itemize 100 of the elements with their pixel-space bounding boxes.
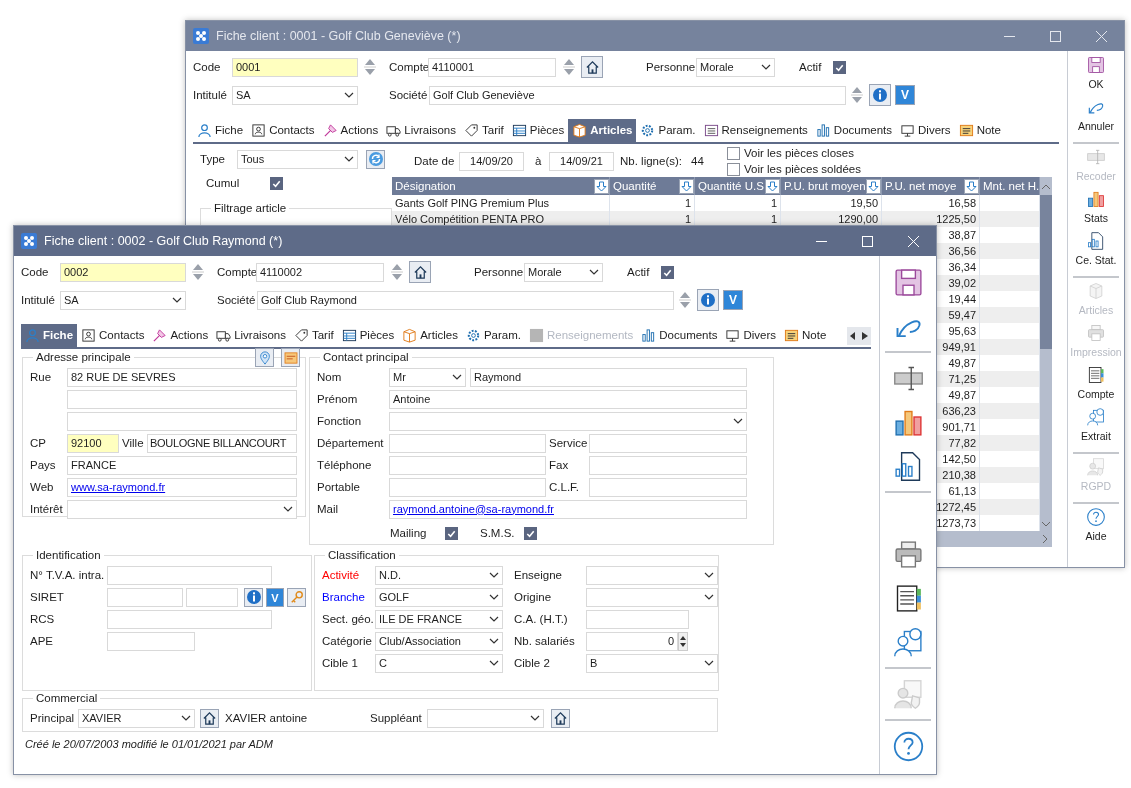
toolbar-button[interactable]: Ce. Stat. xyxy=(1068,231,1124,273)
checkbox[interactable] xyxy=(445,526,458,540)
dropdown[interactable]: Morale xyxy=(696,57,775,77)
vertical-scrollbar[interactable] xyxy=(1040,177,1052,531)
tab[interactable]: Fiche xyxy=(21,324,78,347)
dropdown[interactable]: Tous xyxy=(237,149,358,169)
dropdown[interactable]: N.D. xyxy=(375,565,503,585)
text-field[interactable] xyxy=(107,565,272,585)
key-button[interactable] xyxy=(287,587,306,607)
sort-button[interactable] xyxy=(866,178,881,194)
toolbar-button[interactable]: OK xyxy=(1068,55,1124,97)
tab[interactable]: Note xyxy=(954,119,1005,142)
tab[interactable]: Pièces xyxy=(337,324,399,347)
sort-button[interactable] xyxy=(679,178,694,194)
home-button[interactable] xyxy=(409,261,431,283)
dropdown[interactable]: SA xyxy=(232,85,358,105)
chevron-up-icon[interactable] xyxy=(1042,183,1050,189)
text-field[interactable]: 14/09/20 xyxy=(459,151,524,171)
tab[interactable]: Param. xyxy=(636,119,700,142)
dropdown[interactable]: B xyxy=(586,653,718,673)
text-field[interactable] xyxy=(186,587,238,607)
text-field[interactable]: Raymond xyxy=(470,367,747,387)
text-field[interactable]: 14/09/21 xyxy=(549,151,614,171)
tab[interactable]: Articles xyxy=(398,324,462,347)
dropdown[interactable]: ILE DE FRANCE xyxy=(375,609,503,629)
map-pin-button[interactable] xyxy=(255,348,274,367)
info-button[interactable] xyxy=(244,587,263,607)
dropdown[interactable]: Club/Association xyxy=(375,631,503,651)
text-field[interactable]: BOULOGNE BILLANCOURT xyxy=(147,433,297,453)
close-button[interactable] xyxy=(1095,30,1107,42)
text-field[interactable]: 0001 xyxy=(232,57,358,77)
text-field[interactable] xyxy=(389,455,546,475)
info-button[interactable] xyxy=(697,289,719,311)
text-field[interactable] xyxy=(586,609,689,629)
text-field[interactable] xyxy=(589,455,747,475)
verify-button[interactable]: V xyxy=(266,587,284,607)
dropdown[interactable]: GOLF xyxy=(375,587,503,607)
text-field[interactable] xyxy=(589,477,747,497)
tab[interactable]: Renseignements xyxy=(699,119,812,142)
toolbar-button[interactable]: Compte xyxy=(1068,365,1124,407)
toolbar-button[interactable]: Extrait xyxy=(1068,407,1124,449)
info-button[interactable] xyxy=(869,84,891,106)
toolbar-button[interactable]: Aide xyxy=(1068,507,1124,549)
tab[interactable]: Divers xyxy=(896,119,955,142)
dropdown[interactable]: Mr xyxy=(389,367,466,387)
toolbar-button[interactable]: Annuler xyxy=(1068,97,1124,139)
text-field[interactable] xyxy=(589,433,747,453)
tab[interactable]: Param. xyxy=(461,324,525,347)
checkbox[interactable] xyxy=(524,526,537,540)
checkbox[interactable] xyxy=(727,146,740,160)
tab[interactable]: Actions xyxy=(148,324,213,347)
text-field[interactable]: 0002 xyxy=(60,262,186,282)
text-field[interactable]: Golf Club Geneviève xyxy=(429,85,846,105)
text-field[interactable]: FRANCE xyxy=(67,455,297,475)
checkbox[interactable] xyxy=(661,265,674,279)
checkbox[interactable] xyxy=(833,60,846,74)
dropdown[interactable]: C xyxy=(375,653,503,673)
chevron-right-icon[interactable] xyxy=(1043,535,1048,543)
tab[interactable]: Articles xyxy=(568,119,637,142)
text-field[interactable]: 92100 xyxy=(67,433,119,453)
checkbox[interactable] xyxy=(270,176,283,190)
tab[interactable]: Pièces xyxy=(507,119,569,142)
dropdown[interactable]: SA xyxy=(60,290,186,310)
text-field[interactable]: 4110002 xyxy=(256,262,384,282)
text-field[interactable] xyxy=(107,587,183,607)
tab[interactable]: Divers xyxy=(721,324,781,347)
checkbox[interactable] xyxy=(727,162,740,176)
verify-button[interactable]: V xyxy=(723,290,743,310)
text-field[interactable] xyxy=(67,389,297,409)
text-field[interactable] xyxy=(389,433,546,453)
tab[interactable]: Tarif xyxy=(460,119,508,142)
text-field[interactable]: 82 RUE DE SEVRES xyxy=(67,367,297,387)
spin-button[interactable] xyxy=(678,631,688,651)
refresh-button[interactable] xyxy=(366,149,385,169)
tab[interactable]: Documents xyxy=(637,324,722,347)
dropdown[interactable]: XAVIER xyxy=(78,708,195,728)
tab[interactable]: Contacts xyxy=(77,324,149,347)
home-button[interactable] xyxy=(200,708,219,728)
sort-button[interactable] xyxy=(765,178,780,194)
card-button[interactable] xyxy=(281,348,300,367)
text-field[interactable] xyxy=(67,411,297,431)
text-field[interactable]: 4110001 xyxy=(428,57,556,77)
tab[interactable]: Contacts xyxy=(247,119,319,142)
help-icon[interactable] xyxy=(891,729,925,763)
maximize-button[interactable] xyxy=(1049,30,1061,42)
toolbar-button[interactable]: Stats xyxy=(1068,189,1124,231)
tab[interactable]: Livraisons xyxy=(382,119,460,142)
link-field[interactable]: raymond.antoine@sa-raymond.fr xyxy=(389,499,747,519)
tab[interactable]: Actions xyxy=(318,119,383,142)
link-field[interactable]: www.sa-raymond.fr xyxy=(67,477,297,497)
text-field[interactable]: Antoine xyxy=(389,389,747,409)
home-button[interactable] xyxy=(581,56,603,78)
text-field[interactable] xyxy=(107,631,195,651)
chevron-down-icon[interactable] xyxy=(1042,521,1050,527)
person-info-icon[interactable] xyxy=(891,625,925,659)
number-field[interactable]: 0 xyxy=(586,631,678,651)
sort-button[interactable] xyxy=(594,178,609,194)
tab[interactable]: Livraisons xyxy=(212,324,290,347)
tab[interactable]: Fiche xyxy=(193,119,248,142)
sort-button[interactable] xyxy=(964,178,979,194)
